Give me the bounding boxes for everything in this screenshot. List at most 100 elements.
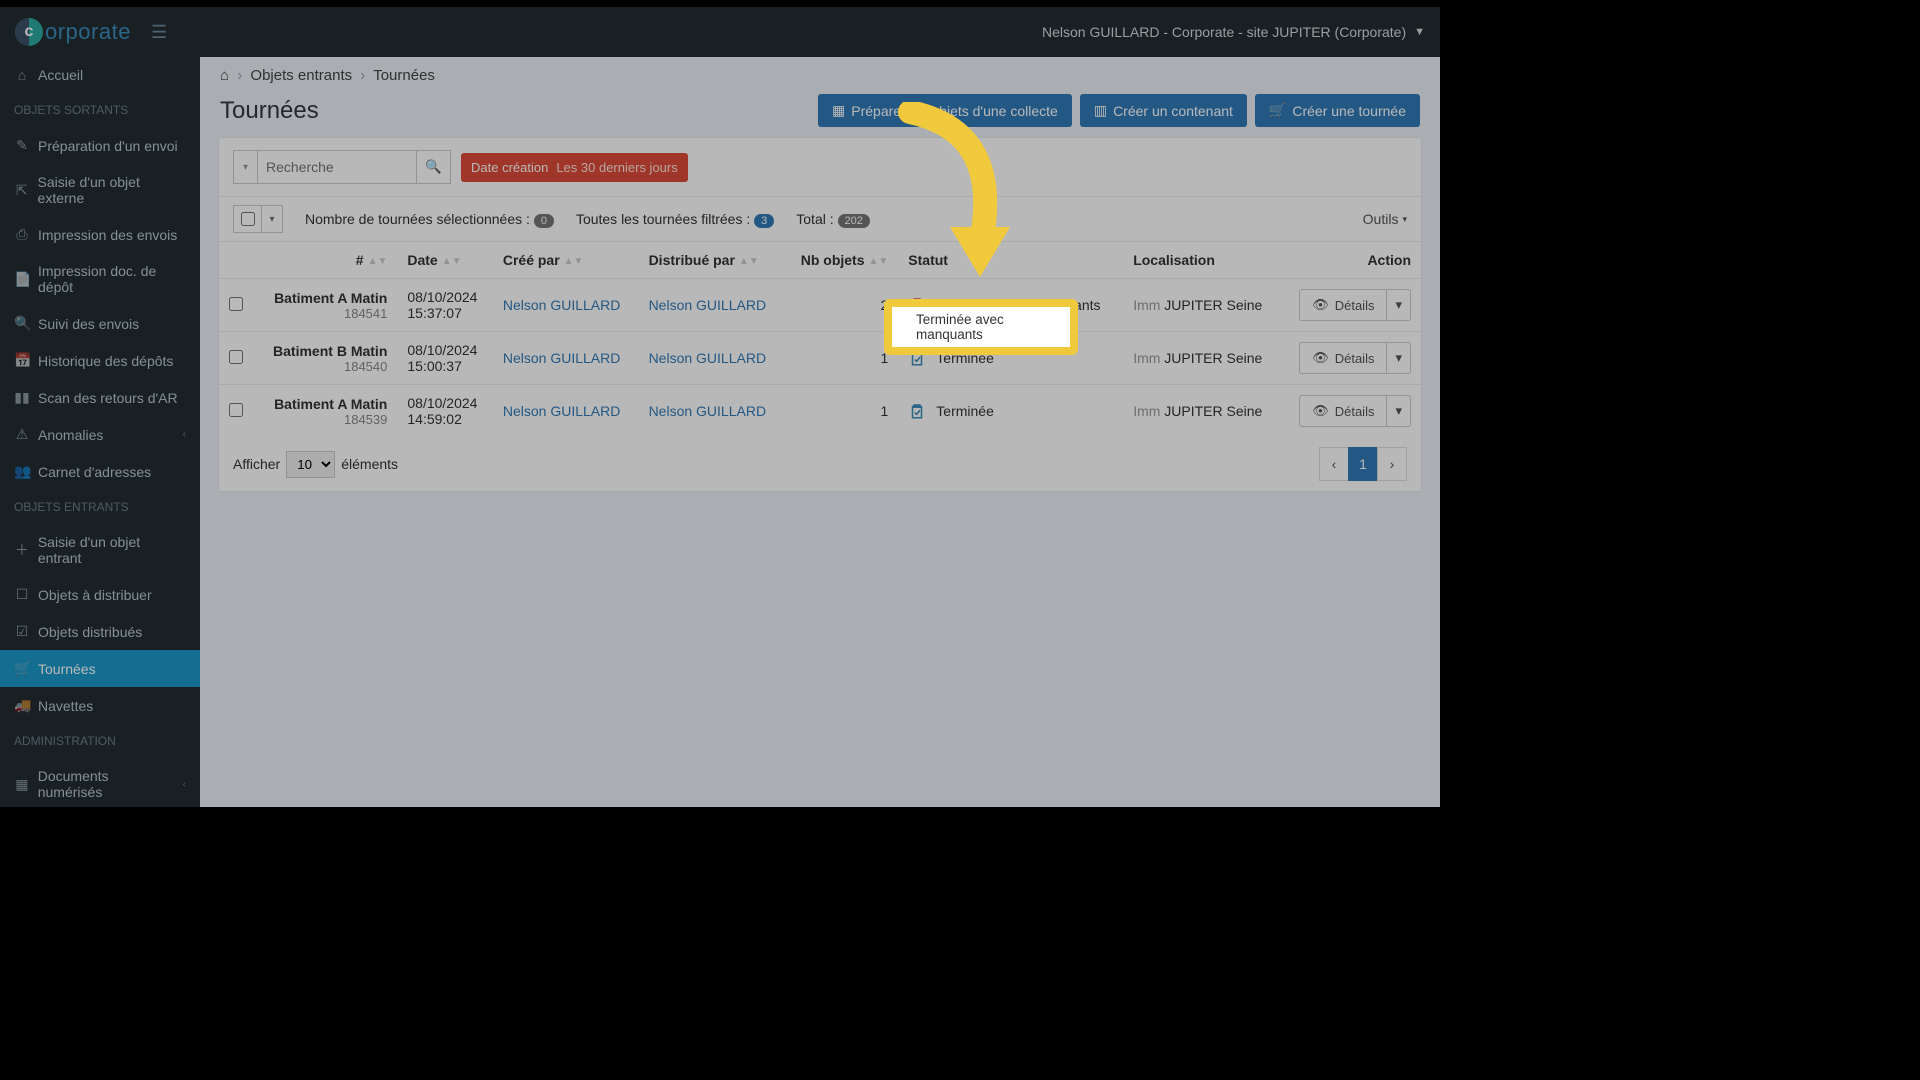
sidebar-item-suivi[interactable]: 🔍 Suivi des envois — [0, 305, 200, 342]
pencil-icon: ✎ — [14, 137, 30, 154]
row-actions-menu[interactable]: ▾ — [1387, 395, 1411, 427]
search-icon: 🔍 — [14, 315, 30, 332]
main-content: ⌂ › Objets entrants › Tournées Tournées … — [200, 57, 1440, 807]
eye-icon: 👁 — [1312, 350, 1329, 366]
chevron-down-icon: ▼ — [1414, 26, 1425, 38]
breadcrumb-item[interactable]: Tournées — [373, 67, 435, 84]
eye-icon: 👁 — [1312, 403, 1329, 419]
sidebar-item-anomalies[interactable]: ⚠Anomalies‹ — [0, 416, 200, 453]
search-input[interactable] — [257, 150, 417, 184]
sidebar-item-impression-envois[interactable]: ⎙Impression des envois — [0, 216, 200, 253]
col-date[interactable]: Date▲▼ — [397, 242, 492, 279]
sidebar-item-label: Anomalies — [38, 427, 103, 443]
sidebar-item-label: Saisie d'un objet entrant — [38, 534, 186, 566]
page-1[interactable]: 1 — [1348, 447, 1378, 481]
sidebar-item-preparation[interactable]: ✎Préparation d'un envoi — [0, 127, 200, 164]
created-by-link[interactable]: Nelson GUILLARD — [503, 297, 621, 313]
loc-prefix: Imm — [1133, 350, 1164, 366]
sidebar-item-a-distribuer[interactable]: ☐Objets à distribuer — [0, 576, 200, 613]
sidebar-section-admin: ADMINISTRATION — [0, 724, 200, 758]
row-id: 184541 — [265, 306, 387, 321]
created-by-link[interactable]: Nelson GUILLARD — [503, 403, 621, 419]
tools-dropdown[interactable]: Outils ▾ — [1363, 211, 1407, 227]
select-all-checkbox[interactable] — [233, 205, 261, 233]
row-actions-menu[interactable]: ▾ — [1387, 289, 1411, 321]
create-tour-button[interactable]: 🛒Créer une tournée — [1255, 94, 1420, 127]
sidebar-item-carnet[interactable]: 👥Carnet d'adresses — [0, 453, 200, 490]
page-size-control: Afficher 10 éléments — [233, 451, 398, 478]
svg-text:!: ! — [916, 303, 919, 312]
created-by-link[interactable]: Nelson GUILLARD — [503, 350, 621, 366]
row-date: 08/10/2024 — [407, 395, 482, 411]
loc-prefix: Imm — [1133, 297, 1164, 313]
user-menu[interactable]: Nelson GUILLARD - Corporate - site JUPIT… — [1042, 24, 1425, 40]
col-created[interactable]: Créé par▲▼ — [493, 242, 639, 279]
distributed-by-link[interactable]: Nelson GUILLARD — [649, 403, 767, 419]
breadcrumb-item[interactable]: Objets entrants — [250, 67, 352, 84]
top-header: c orporate ☰ Nelson GUILLARD - Corporate… — [0, 7, 1440, 57]
home-icon[interactable]: ⌂ — [220, 67, 229, 84]
filter-chip-date[interactable]: Date création Les 30 derniers jours — [461, 153, 688, 182]
home-icon: ⌂ — [14, 67, 30, 83]
sidebar-item-impression-depot[interactable]: 📄Impression doc. de dépôt — [0, 253, 200, 305]
sidebar-section-sortants: OBJETS SORTANTS — [0, 93, 200, 127]
row-name: Batiment A Matin — [265, 290, 387, 306]
sidebar-item-historique[interactable]: 📅Historique des dépôts — [0, 342, 200, 379]
sidebar-item-distribues[interactable]: ☑Objets distribués — [0, 613, 200, 650]
details-button[interactable]: 👁 Détails — [1299, 342, 1387, 374]
details-button[interactable]: 👁 Détails — [1299, 395, 1387, 427]
col-status[interactable]: Statut — [898, 242, 1123, 279]
sidebar-item-label: Impression des envois — [38, 227, 177, 243]
table-row: Batiment B Matin18454008/10/202415:00:37… — [219, 332, 1421, 385]
brand-text: orporate — [45, 19, 131, 45]
prepare-collect-button[interactable]: ▦Préparer les objets d'une collecte — [818, 94, 1072, 127]
row-checkbox[interactable] — [229, 403, 243, 417]
sidebar-item-label: Objets distribués — [38, 624, 142, 640]
search-button[interactable]: 🔍 — [417, 150, 451, 184]
distributed-by-link[interactable]: Nelson GUILLARD — [649, 350, 767, 366]
page-title: Tournées — [220, 97, 319, 125]
sidebar-item-tournees[interactable]: 🛒Tournées — [0, 650, 200, 687]
sidebar-item-scan[interactable]: ▮▮Scan des retours d'AR — [0, 379, 200, 416]
sidebar-item-label: Historique des dépôts — [38, 353, 173, 369]
select-all-menu[interactable]: ▾ — [261, 205, 283, 233]
filter-dropdown[interactable]: ▾ — [233, 150, 257, 184]
page-size-select[interactable]: 10 — [286, 451, 335, 478]
distributed-by-link[interactable]: Nelson GUILLARD — [649, 297, 767, 313]
file-icon: 📄 — [14, 271, 30, 288]
tournees-table: #▲▼ Date▲▼ Créé par▲▼ Distribué par▲▼ Nb… — [219, 241, 1421, 437]
warning-icon: ⚠ — [14, 426, 30, 443]
menu-toggle-icon[interactable]: ☰ — [151, 22, 167, 43]
sidebar-item-label: Suivi des envois — [38, 316, 139, 332]
col-loc[interactable]: Localisation — [1123, 242, 1281, 279]
create-container-button[interactable]: ▥Créer un contenant — [1080, 94, 1247, 127]
chip-label: Date création — [471, 160, 548, 175]
sidebar-item-label: Scan des retours d'AR — [38, 390, 178, 406]
col-id[interactable]: #▲▼ — [255, 242, 397, 279]
row-date: 08/10/2024 — [407, 342, 482, 358]
sidebar-item-accueil[interactable]: ⌂Accueil — [0, 57, 200, 93]
page-prev[interactable]: ‹ — [1319, 447, 1349, 481]
chip-value: Les 30 derniers jours — [556, 160, 677, 175]
loc-prefix: Imm — [1133, 403, 1164, 419]
page-next[interactable]: › — [1377, 447, 1407, 481]
sort-icon: ▲▼ — [869, 259, 889, 265]
col-nb[interactable]: Nb objets▲▼ — [784, 242, 898, 279]
col-dist[interactable]: Distribué par▲▼ — [639, 242, 785, 279]
external-icon: ⇱ — [14, 182, 30, 199]
sidebar-item-saisie-entrant[interactable]: ＋Saisie d'un objet entrant — [0, 524, 200, 576]
loc-name: JUPITER Seine — [1164, 297, 1262, 313]
details-button[interactable]: 👁 Détails — [1299, 289, 1387, 321]
sort-icon: ▲▼ — [739, 259, 759, 265]
sidebar-section-entrants: OBJETS ENTRANTS — [0, 490, 200, 524]
row-actions-menu[interactable]: ▾ — [1387, 342, 1411, 374]
sidebar-item-saisie-externe[interactable]: ⇱Saisie d'un objet externe — [0, 164, 200, 216]
sidebar-item-documents[interactable]: ▦Documents numérisés‹ — [0, 758, 200, 807]
row-checkbox[interactable] — [229, 350, 243, 364]
sidebar-item-navettes[interactable]: 🚚Navettes — [0, 687, 200, 724]
selected-count-badge: 0 — [534, 214, 554, 228]
eye-icon: 👁 — [1312, 297, 1329, 313]
row-id: 184539 — [265, 412, 387, 427]
sidebar-item-label: Tournées — [38, 661, 96, 677]
row-checkbox[interactable] — [229, 297, 243, 311]
